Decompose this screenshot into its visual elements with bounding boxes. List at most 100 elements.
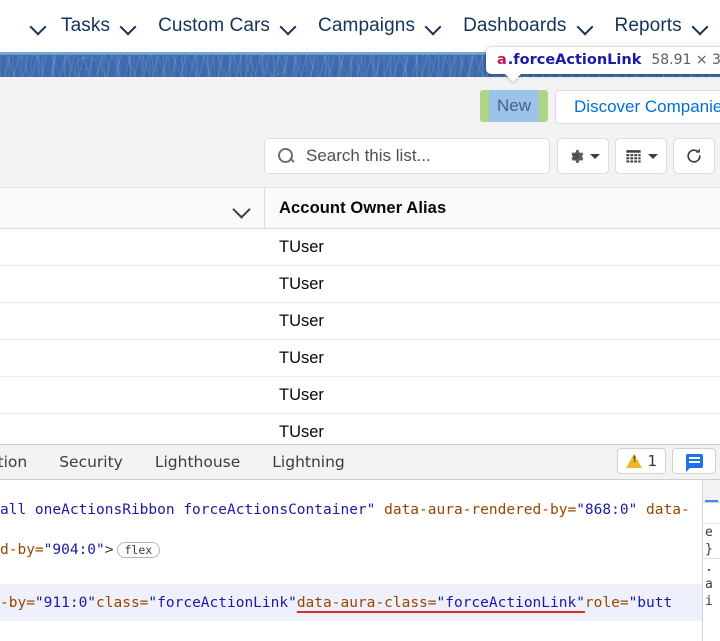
tab-application[interactable]: ation — [0, 445, 43, 479]
styles-line: e — [703, 524, 720, 541]
chevron-down-icon — [577, 18, 593, 34]
styles-pane-tabs[interactable] — [703, 480, 720, 503]
nav-item-label: Dashboards — [463, 15, 566, 37]
table-cell-truncated — [0, 303, 265, 339]
dom-class-value: all oneActionsRibbon forceActionsContain… — [0, 502, 375, 518]
chevron-down-icon — [692, 18, 708, 34]
tooltip-dimensions: 58.91 × 30 — [651, 52, 720, 68]
nav-item-custom-cars[interactable]: Custom Cars — [147, 0, 307, 52]
list-view-display-button[interactable] — [615, 138, 667, 174]
table-cell-owner-alias: TUser — [265, 349, 720, 368]
dom-attr-name-highlighted: data-aura-class= — [297, 595, 437, 611]
devtools-status-chips: 1 — [617, 448, 716, 474]
nav-item-dashboards[interactable]: Dashboards — [452, 0, 603, 52]
list-view-table: Account Owner Alias TUser TUser TUser TU… — [0, 187, 720, 444]
table-row[interactable]: TUser — [0, 377, 720, 414]
chevron-down-icon — [280, 18, 296, 34]
inspector-element-tooltip: a .forceActionLink 58.91 × 30 — [486, 47, 720, 74]
dom-attr-name: class= — [96, 595, 148, 611]
discover-companies-button[interactable]: Discover Companies — [555, 90, 720, 124]
nav-item-label: Campaigns — [318, 15, 415, 37]
tab-lightning[interactable]: Lightning — [256, 445, 360, 479]
table-row[interactable]: TUser — [0, 303, 720, 340]
table-cell-owner-alias: TUser — [265, 423, 720, 442]
dom-code-line-1[interactable]: all oneActionsRibbon forceActionsContain… — [0, 502, 690, 518]
tab-security[interactable]: Security — [43, 445, 139, 479]
nav-item-label: Tasks — [61, 15, 110, 37]
styles-line: . — [703, 559, 720, 576]
table-header-account-owner-alias[interactable]: Account Owner Alias — [265, 199, 720, 218]
chevron-down-icon — [425, 18, 441, 34]
dom-attr-value-highlighted: "forceActionLink" — [437, 595, 585, 611]
table-grid-icon — [624, 147, 643, 166]
search-input[interactable]: Search this list... — [264, 138, 550, 174]
dom-code-line-2[interactable]: d-by="904:0">flex — [0, 542, 160, 558]
chevron-down-icon — [648, 154, 658, 159]
table-cell-truncated — [0, 340, 265, 376]
table-row[interactable]: TUser — [0, 229, 720, 266]
table-row[interactable]: TUser — [0, 414, 720, 444]
table-cell-truncated — [0, 377, 265, 413]
table-cell-owner-alias: TUser — [265, 238, 720, 257]
tooltip-tag-name: a — [497, 52, 507, 68]
table-header-cell-truncated[interactable] — [0, 188, 265, 228]
dom-attr-value: "butt — [629, 595, 673, 611]
dom-punctuation: > — [105, 542, 114, 558]
table-cell-owner-alias: TUser — [265, 275, 720, 294]
chevron-down-icon[interactable] — [233, 199, 251, 217]
chevron-down-icon — [30, 18, 46, 34]
dom-attr-value: "forceActionLink" — [148, 595, 296, 611]
flex-badge[interactable]: flex — [117, 542, 161, 558]
actions-ribbon: New Discover Companies — [480, 90, 720, 124]
list-view-settings-button[interactable] — [557, 138, 609, 174]
dom-attr-name: -by= — [0, 595, 35, 611]
nav-item-tasks[interactable]: Tasks — [50, 0, 147, 52]
styles-filter-input[interactable] — [703, 503, 720, 524]
search-icon — [277, 147, 295, 165]
styles-line: } — [703, 541, 720, 559]
new-button-highlight: New — [480, 90, 548, 122]
screenshot-root: Tasks Custom Cars Campaigns Dashboards R… — [0, 0, 720, 641]
warning-count-chip[interactable]: 1 — [617, 448, 666, 474]
nav-item-label: Reports — [615, 15, 682, 37]
salesforce-app-area: Tasks Custom Cars Campaigns Dashboards R… — [0, 0, 720, 444]
table-row[interactable]: TUser — [0, 266, 720, 303]
dom-attr-name: role= — [585, 595, 629, 611]
chevron-down-icon — [590, 154, 600, 159]
dom-code-line-3-selected[interactable]: -by="911:0" class="forceActionLink" data… — [0, 584, 702, 621]
styles-sidebar-pane[interactable]: e } . a i — [703, 480, 720, 641]
table-cell-owner-alias: TUser — [265, 312, 720, 331]
nav-item-campaigns[interactable]: Campaigns — [307, 0, 452, 52]
nav-item-overflow[interactable] — [0, 0, 50, 52]
new-button[interactable]: New — [489, 90, 539, 122]
devtools-panel: ation Security Lighthouse Lightning 1 al… — [0, 444, 720, 641]
dom-attr-value: "868:0" — [576, 502, 637, 518]
table-header-row: Account Owner Alias — [0, 187, 720, 229]
warning-count-label: 1 — [647, 452, 657, 470]
styles-line: i — [703, 593, 720, 610]
chevron-down-icon — [120, 18, 136, 34]
nav-item-reports[interactable]: Reports — [604, 0, 719, 52]
dom-attr-value: "904:0" — [44, 542, 105, 558]
dom-attr-partial: data- — [637, 502, 689, 518]
list-view-toolbar: Search this list... — [0, 135, 720, 185]
console-message-icon — [686, 454, 703, 468]
table-cell-owner-alias: TUser — [265, 386, 720, 405]
refresh-icon — [684, 146, 704, 166]
table-cell-truncated — [0, 266, 265, 302]
gear-icon — [566, 147, 585, 166]
list-view-page-body: New Discover Companies Search this list.… — [0, 77, 720, 444]
table-cell-truncated — [0, 229, 265, 265]
styles-line: a — [703, 576, 720, 593]
console-drawer-chip[interactable] — [672, 448, 716, 474]
table-cell-truncated — [0, 414, 265, 444]
tab-lighthouse[interactable]: Lighthouse — [139, 445, 256, 479]
table-row[interactable]: TUser — [0, 340, 720, 377]
dom-tree-pane[interactable]: all oneActionsRibbon forceActionsContain… — [0, 480, 703, 641]
dom-attr-value: "911:0" — [35, 595, 96, 611]
dom-attr-name: d-by= — [0, 542, 44, 558]
search-placeholder: Search this list... — [306, 146, 431, 166]
refresh-button[interactable] — [673, 138, 715, 174]
devtools-tab-bar: ation Security Lighthouse Lightning 1 — [0, 445, 720, 480]
global-navigation-bar: Tasks Custom Cars Campaigns Dashboards R… — [0, 0, 720, 54]
